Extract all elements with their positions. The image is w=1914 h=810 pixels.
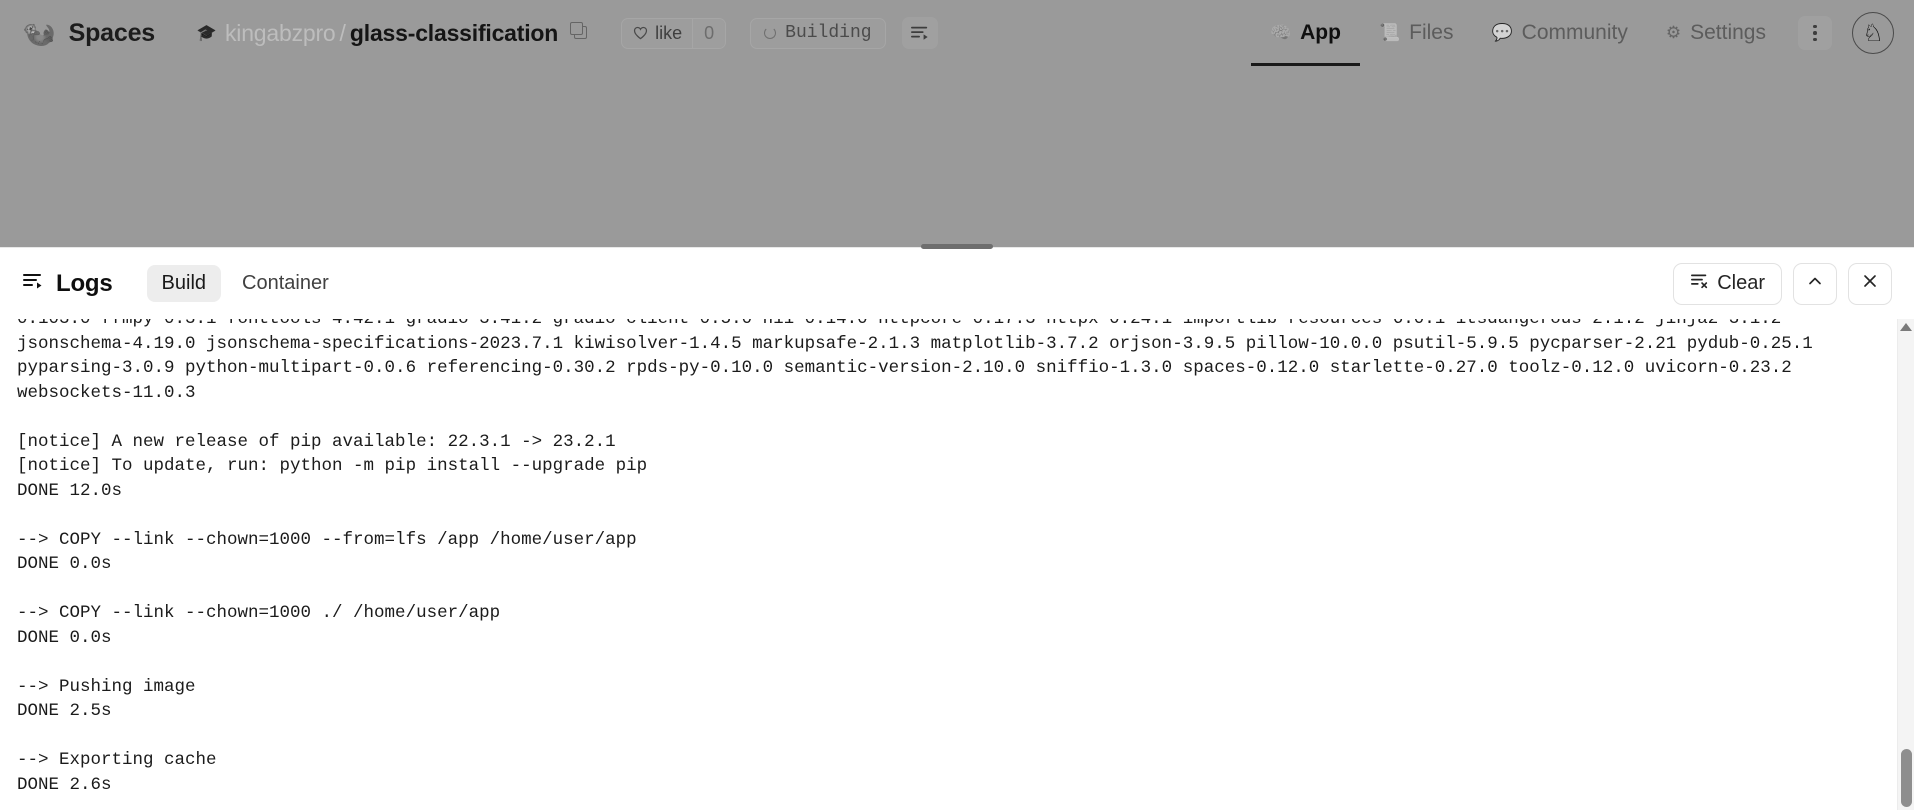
kebab-dot-3: [1813, 37, 1817, 42]
like-count: 0: [692, 18, 726, 48]
spaces-label[interactable]: Spaces: [69, 19, 156, 48]
log-lines-container: 0.103.0 ffmpy-0.3.1 fonttools-4.42.1 gra…: [17, 319, 1874, 797]
logs-output-area[interactable]: 0.103.0 ffmpy-0.3.1 fonttools-4.42.1 gra…: [0, 319, 1914, 810]
clear-logs-button[interactable]: Clear: [1673, 262, 1782, 305]
clear-logs-label: Clear: [1717, 272, 1765, 294]
tab-container[interactable]: Container: [227, 265, 344, 302]
scroll-up-arrow-icon[interactable]: [1900, 323, 1912, 331]
dimmed-page-background: 🦦 Spaces 🎓 kingabzpro / glass-classifica…: [0, 0, 1914, 247]
tab-settings-label: Settings: [1690, 21, 1766, 44]
log-line: DONE 2.5s: [17, 701, 112, 721]
page-title: Logs: [56, 269, 113, 297]
logs-icon: [22, 271, 44, 296]
tab-app-label: App: [1300, 21, 1341, 44]
collapse-panel-button[interactable]: [1793, 262, 1837, 305]
logs-title-group: Logs: [22, 270, 113, 298]
tab-files[interactable]: 📜 Files: [1360, 0, 1473, 66]
app-viewport-dimmed: [0, 66, 1914, 247]
walrus-emoji-icon: 🦦: [22, 17, 56, 48]
copy-icon-front: [570, 22, 584, 35]
scrollbar-thumb[interactable]: [1901, 749, 1912, 807]
logs-tab-list: Build Container: [146, 265, 344, 302]
files-icon: 📜: [1378, 23, 1401, 42]
like-button[interactable]: like: [622, 19, 692, 48]
tab-settings[interactable]: ⚙ Settings: [1647, 0, 1785, 66]
logs-toggle-button[interactable]: [901, 17, 938, 49]
avatar[interactable]: ♘: [1852, 12, 1894, 54]
brain-icon: 🧠: [1269, 23, 1292, 42]
log-line: websockets-11.0.3: [17, 382, 196, 403]
tab-build[interactable]: Build: [146, 265, 222, 302]
logs-panel: Logs Build Container Clear 0.103.0 ffmpy…: [0, 244, 1914, 810]
status-badge[interactable]: Building: [750, 17, 886, 49]
tab-community-label: Community: [1521, 21, 1628, 44]
log-line: [notice] A new release of pip available:…: [17, 431, 616, 452]
community-icon: 💬: [1491, 23, 1513, 42]
log-line: 0.103.0 ffmpy-0.3.1 fonttools-4.42.1 gra…: [17, 319, 1782, 329]
kebab-dot-1: [1813, 24, 1817, 29]
clear-logs-icon: [1690, 272, 1709, 295]
log-line: jsonschema-4.19.0 jsonschema-specificati…: [17, 333, 1813, 354]
breadcrumb-repo[interactable]: glass-classification: [350, 20, 558, 47]
chevron-up-icon: [1805, 271, 1825, 297]
log-line: --> Pushing image: [17, 676, 196, 697]
logs-action-buttons: Clear: [1673, 262, 1892, 305]
copy-icon[interactable]: [570, 22, 592, 44]
logs-scrollbar[interactable]: [1897, 319, 1914, 810]
log-line: pyparsing-3.0.9 python-multipart-0.0.6 r…: [17, 358, 1792, 378]
log-line: --> COPY --link --chown=1000 --from=lfs …: [17, 529, 637, 550]
breadcrumb-owner[interactable]: kingabzpro: [225, 20, 336, 47]
breadcrumb-separator: /: [339, 19, 346, 46]
logs-panel-header: Logs Build Container Clear: [0, 248, 1914, 319]
topbar-right-nav: 🧠 App 📜 Files 💬 Community ⚙ Settings ♘: [1250, 0, 1894, 66]
like-label: like: [655, 22, 683, 43]
gear-icon: ⚙: [1665, 23, 1682, 42]
log-line: DONE 0.0s: [17, 554, 112, 574]
heart-icon: [633, 26, 648, 40]
topbar-left-group: 🦦 Spaces 🎓 kingabzpro / glass-classifica…: [22, 17, 938, 49]
more-options-icon[interactable]: [1798, 16, 1832, 50]
tab-community[interactable]: 💬 Community: [1472, 0, 1646, 66]
log-line: DONE 0.0s: [17, 627, 112, 648]
owner-avatar-icon: 🎓: [196, 25, 217, 42]
close-panel-button[interactable]: [1848, 262, 1892, 305]
status-label: Building: [785, 23, 872, 43]
app-root: 🦦 Spaces 🎓 kingabzpro / glass-classifica…: [0, 0, 1914, 810]
top-navigation-bar: 🦦 Spaces 🎓 kingabzpro / glass-classifica…: [0, 0, 1914, 66]
panel-resize-handle[interactable]: [921, 244, 993, 249]
kebab-dot-2: [1813, 31, 1817, 35]
log-line: --> Exporting cache: [17, 750, 217, 770]
tab-app[interactable]: 🧠 App: [1250, 0, 1360, 66]
tab-files-label: Files: [1409, 21, 1454, 44]
log-line: DONE 2.6s: [17, 774, 112, 795]
log-line: [notice] To update, run: python -m pip i…: [17, 456, 648, 476]
loading-spinner-icon: [764, 27, 777, 39]
breadcrumb: 🎓 kingabzpro / glass-classification: [197, 20, 592, 47]
close-icon: [1860, 271, 1880, 297]
like-button-group[interactable]: like 0: [621, 17, 727, 49]
log-line: DONE 12.0s: [17, 480, 123, 501]
log-line: --> COPY --link --chown=1000 ./ /home/us…: [17, 603, 501, 623]
